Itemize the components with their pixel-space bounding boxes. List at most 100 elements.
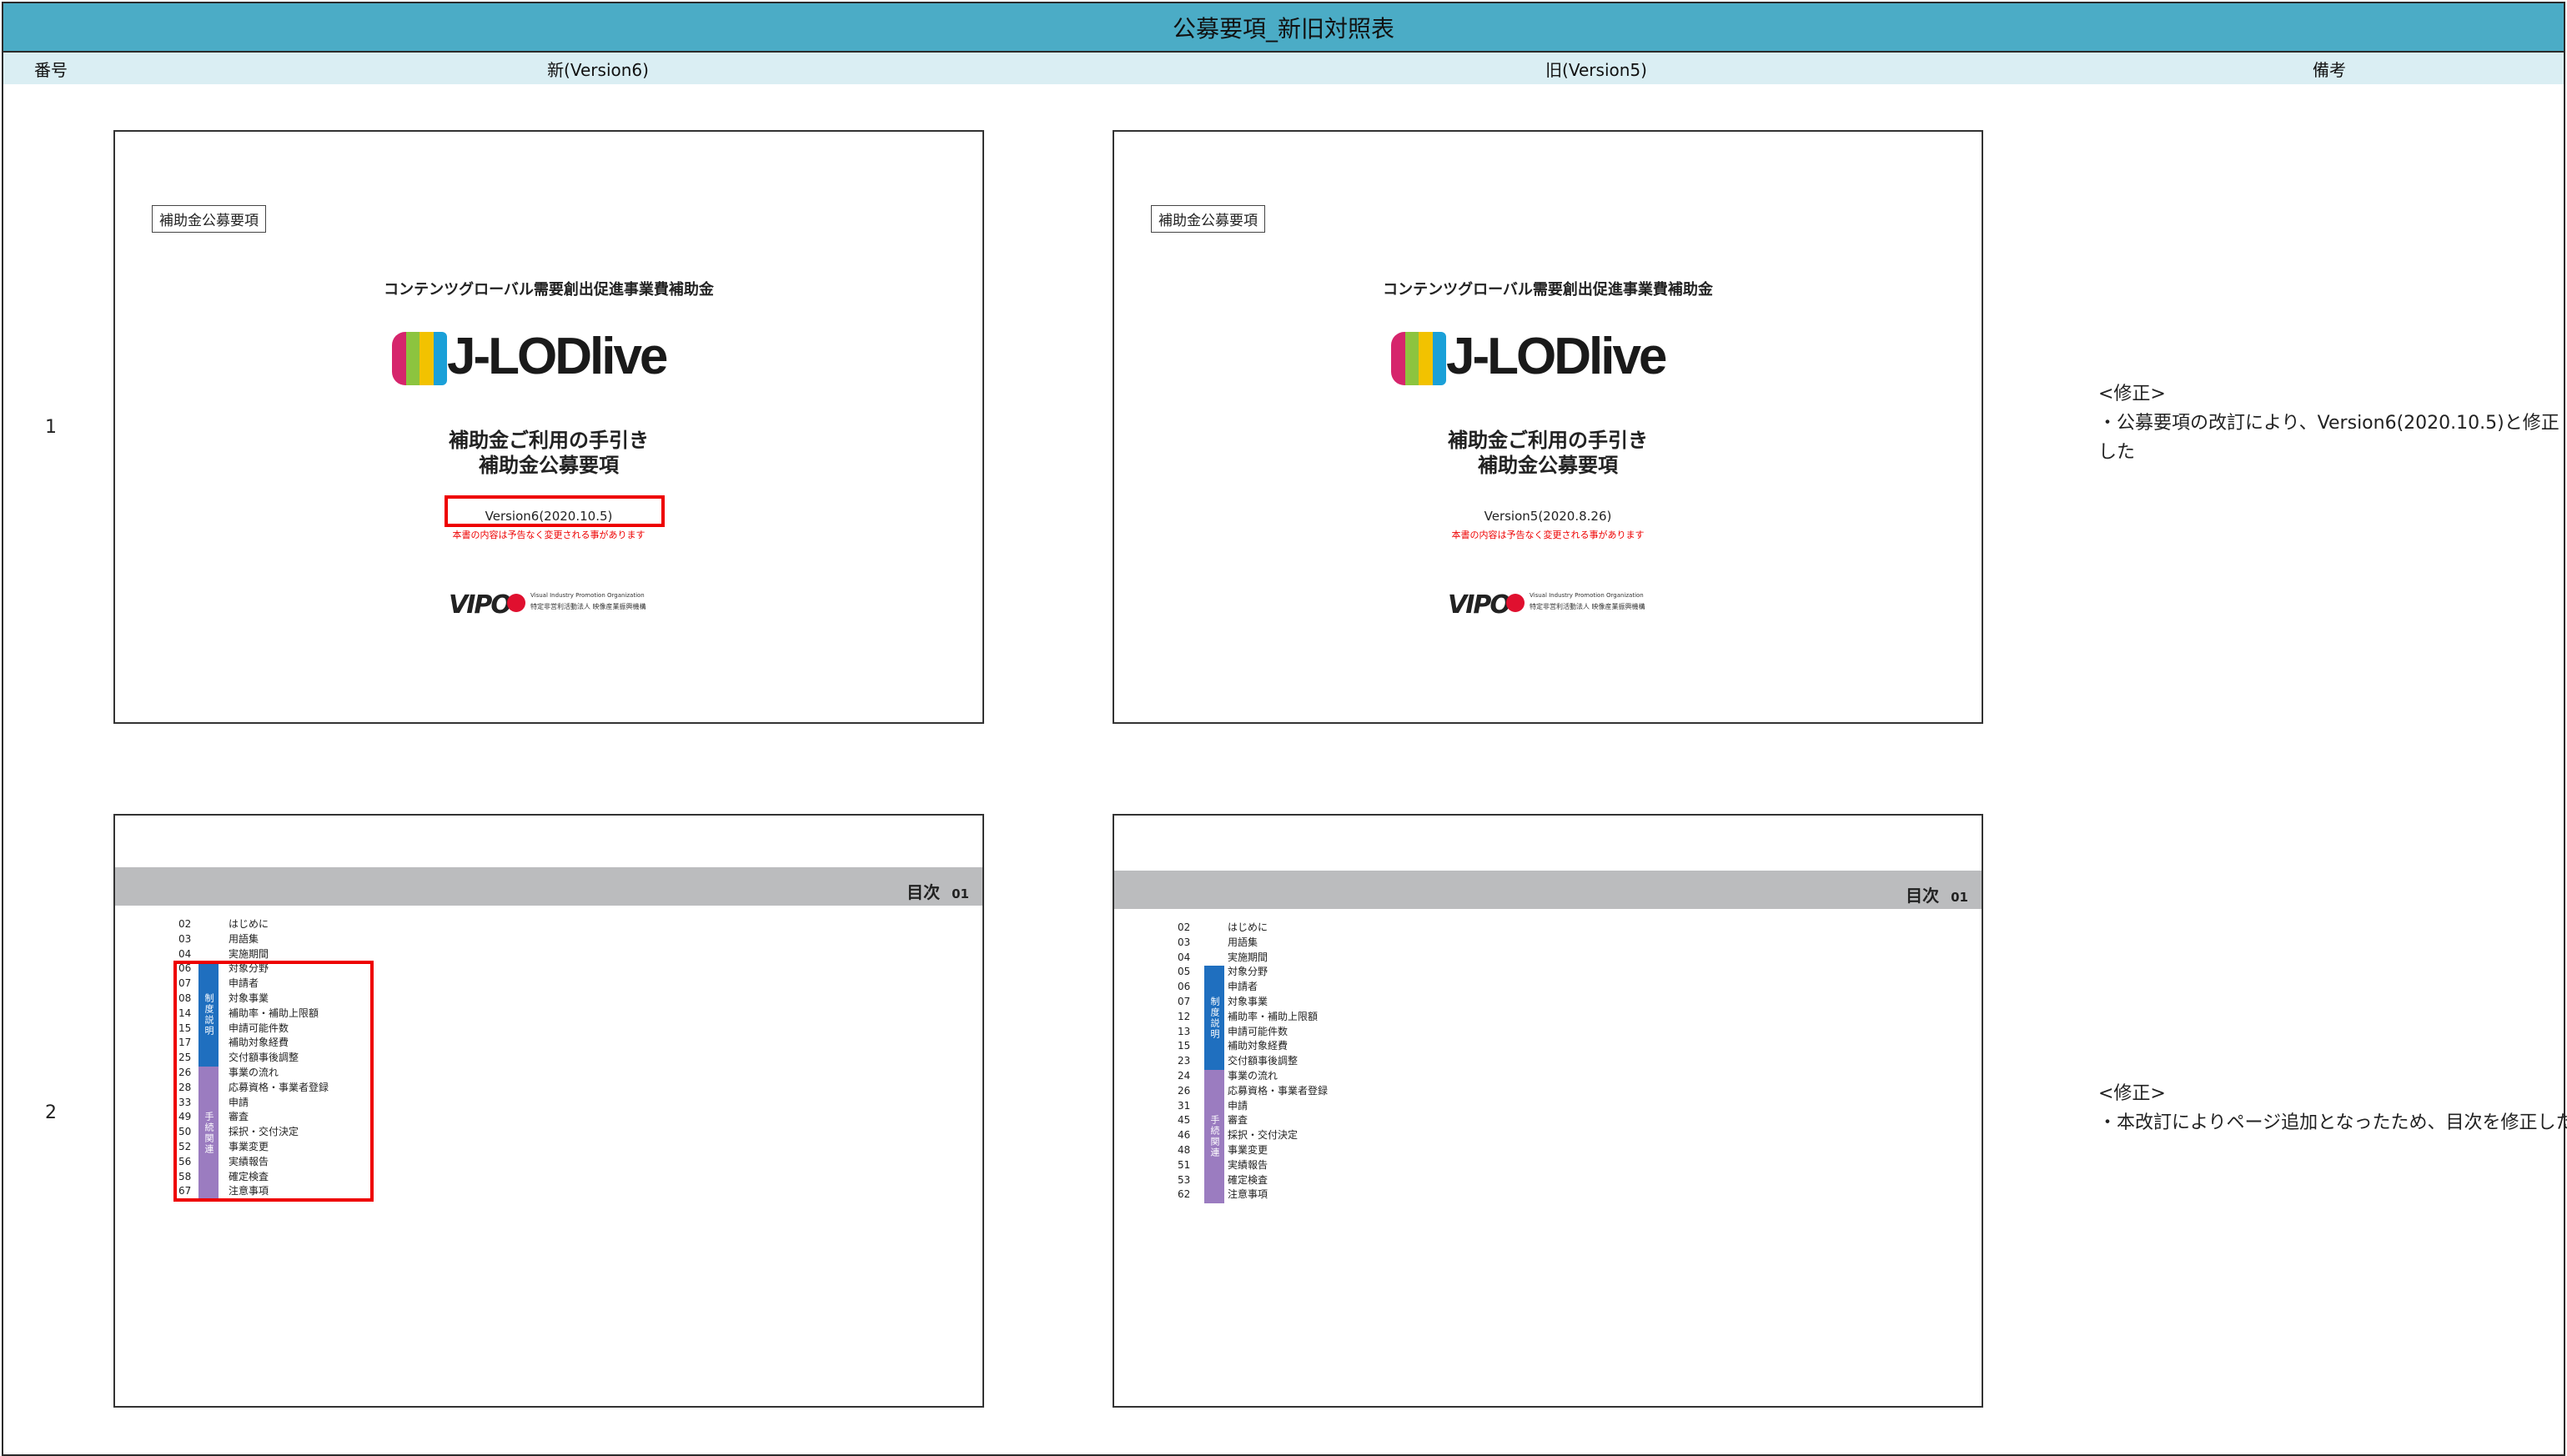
toc-list-old: 02 はじめに 03 用語集 04 実施期間 05 対象分野 06 申請者 07 対象事業 12 補助率・…: [1178, 921, 1328, 1202]
toc-page-number: 06: [1178, 981, 1191, 993]
toc-item: 04 実施期間: [178, 947, 329, 962]
toc-item: 02 はじめに: [1178, 921, 1328, 936]
toc-page-number: 07: [1178, 995, 1191, 1007]
header-new: 新(Version6): [98, 53, 1099, 86]
toc-label: 事業変更: [1228, 1143, 1268, 1156]
toc-item: 26 応募資格・事業者登録: [1178, 1084, 1328, 1099]
toc-label: 実績報告: [1228, 1158, 1268, 1171]
toc-page-number: 24: [1178, 1069, 1191, 1082]
toc-label: 確定検査: [1228, 1173, 1268, 1186]
toc-page-number: 03: [178, 932, 192, 945]
toc-page-number: 26: [1178, 1084, 1191, 1097]
header-old: 旧(Version5): [1098, 53, 2097, 86]
toc-label: 注意事項: [1228, 1188, 1268, 1201]
vipo-logo: VIPO Visual Industry Promotion Organizat…: [449, 590, 646, 620]
toc-label: 対象事業: [1228, 995, 1268, 1007]
cover-subtitle: コンテンツグローバル需要創出促進事業費補助金: [384, 281, 714, 299]
toc-label: はじめに: [1228, 921, 1268, 933]
toc-item: 05 対象分野: [1178, 965, 1328, 980]
toc-page-number: 02: [178, 918, 192, 930]
toc-page-number: 48: [1178, 1143, 1191, 1156]
toc-label: 用語集: [229, 932, 259, 945]
header-note: 備考: [2095, 53, 2565, 86]
toc-label: 応募資格・事業者登録: [1228, 1084, 1329, 1097]
toc-page-number: 05: [1178, 966, 1191, 978]
toc-page-number: 45: [1178, 1114, 1191, 1127]
toc-label: 事業の流れ: [1228, 1069, 1278, 1082]
toc-title: 目次 01: [1906, 886, 1968, 906]
cover-title: 補助金ご利用の手引き 補助金公募要項: [1448, 429, 1648, 477]
toc-label: 採択・交付決定: [1228, 1129, 1299, 1142]
toc-item: 23 交付額事後調整: [1178, 1054, 1328, 1069]
row-2-number: 2: [2, 771, 100, 1456]
toc-item: 51 実績報告: [1178, 1158, 1328, 1173]
toc-page-number: 12: [1178, 1010, 1191, 1022]
toc-label: 審査: [1228, 1114, 1248, 1127]
toc-label: 実施期間: [1228, 951, 1268, 963]
toc-item: 45 審査: [1178, 1113, 1328, 1128]
toc-label: 申請者: [1228, 981, 1258, 993]
toc-label: 交付額事後調整: [1228, 1055, 1299, 1067]
row-1-new-cell: 補助金公募要項 コンテンツグローバル需要創出促進事業費補助金 J-LODlive…: [98, 84, 1099, 772]
toc-page-number: 51: [1178, 1158, 1191, 1171]
toc-label: 対象分野: [1228, 966, 1268, 978]
toc-item: 07 対象事業: [1178, 995, 1328, 1010]
toc-page-number: 46: [1178, 1129, 1191, 1142]
toc-page-number: 04: [178, 947, 192, 960]
row-2-new-cell: 目次 01 制度説明 手続関連 02 はじめに 03 用語集 04 実施期間 06 対象分野 07…: [98, 771, 1099, 1456]
sheet-title: 公募要項_新旧対照表: [2, 2, 2565, 53]
toc-slide-new: 目次 01 制度説明 手続関連 02 はじめに 03 用語集 04 実施期間 06 対象分野 07…: [113, 814, 984, 1408]
toc-item: 12 補助率・補助上限額: [1178, 1010, 1328, 1025]
toc-label: 実施期間: [229, 947, 269, 960]
toc-title: 目次 01: [907, 882, 969, 902]
toc-item: 15 補助対象経費: [1178, 1039, 1328, 1054]
row-2-remark: <修正> ・本改訂によりページ追加となったため、目次を修正した: [2095, 771, 2567, 1456]
toc-page-number: 53: [1178, 1173, 1191, 1186]
toc-label: 補助率・補助上限額: [1228, 1010, 1319, 1022]
toc-page-number: 02: [1178, 921, 1191, 933]
toc-item: 46 採択・交付決定: [1178, 1128, 1328, 1143]
cover-tag: 補助金公募要項: [1151, 205, 1265, 233]
toc-item: 04 実施期間: [1178, 951, 1328, 966]
toc-page-number: 23: [1178, 1055, 1191, 1067]
toc-item: 03 用語集: [178, 932, 329, 947]
toc-item: 24 事業の流れ: [1178, 1069, 1328, 1084]
toc-label: 申請: [1228, 1099, 1248, 1112]
highlight-box: [445, 495, 665, 527]
toc-page-number: 15: [1178, 1040, 1191, 1052]
toc-slide-old: 目次 01 制度説明 手続関連 02 はじめに 03 用語集 04 実施期間 05 対象分野 06…: [1113, 814, 1983, 1408]
toc-page-number: 04: [1178, 951, 1191, 963]
toc-label: 用語集: [1228, 936, 1258, 948]
toc-page-number: 31: [1178, 1099, 1191, 1112]
row-1-old-cell: 補助金公募要項 コンテンツグローバル需要創出促進事業費補助金 J-LODlive…: [1098, 84, 2097, 772]
toc-item: 48 事業変更: [1178, 1143, 1328, 1158]
toc-item: 13 申請可能件数: [1178, 1025, 1328, 1040]
cover-note: 本書の内容は予告なく変更される事があります: [1451, 530, 1645, 540]
toc-page-number: 03: [1178, 936, 1191, 948]
row-1-number: 1: [2, 84, 100, 772]
toc-item: 62 注意事項: [1178, 1187, 1328, 1202]
cover-slide-old: 補助金公募要項 コンテンツグローバル需要創出促進事業費補助金 J-LODlive…: [1113, 130, 1983, 724]
cover-note: 本書の内容は予告なく変更される事があります: [452, 530, 646, 540]
toc-item: 31 申請: [1178, 1099, 1328, 1114]
cover-tag: 補助金公募要項: [152, 205, 266, 233]
row-1-remark: <修正> ・公募要項の改訂により、Version6(2020.10.5)と修正 …: [2095, 84, 2565, 772]
vipo-logo: VIPO Visual Industry Promotion Organizat…: [1448, 590, 1645, 620]
jlod-logo: J-LODlive: [392, 328, 717, 390]
cover-title: 補助金ご利用の手引き 補助金公募要項: [449, 429, 649, 477]
cover-subtitle: コンテンツグローバル需要創出促進事業費補助金: [1383, 281, 1713, 299]
header-num: 番号: [2, 53, 100, 86]
toc-page-number: 62: [1178, 1188, 1191, 1201]
toc-label: 申請可能件数: [1228, 1025, 1289, 1037]
jlod-logo: J-LODlive: [1391, 328, 1716, 390]
toc-item: 53 確定検査: [1178, 1173, 1328, 1188]
row-2-old-cell: 目次 01 制度説明 手続関連 02 はじめに 03 用語集 04 実施期間 05 対象分野 06…: [1098, 771, 2097, 1456]
highlight-box: [173, 961, 374, 1202]
toc-item: 02 はじめに: [178, 917, 329, 932]
cover-version: Version5(2020.8.26): [1484, 509, 1612, 524]
toc-item: 03 用語集: [1178, 936, 1328, 951]
cover-slide-new: 補助金公募要項 コンテンツグローバル需要創出促進事業費補助金 J-LODlive…: [113, 130, 984, 724]
toc-label: はじめに: [229, 918, 269, 930]
toc-page-number: 13: [1178, 1025, 1191, 1037]
toc-label: 補助対象経費: [1228, 1040, 1289, 1052]
